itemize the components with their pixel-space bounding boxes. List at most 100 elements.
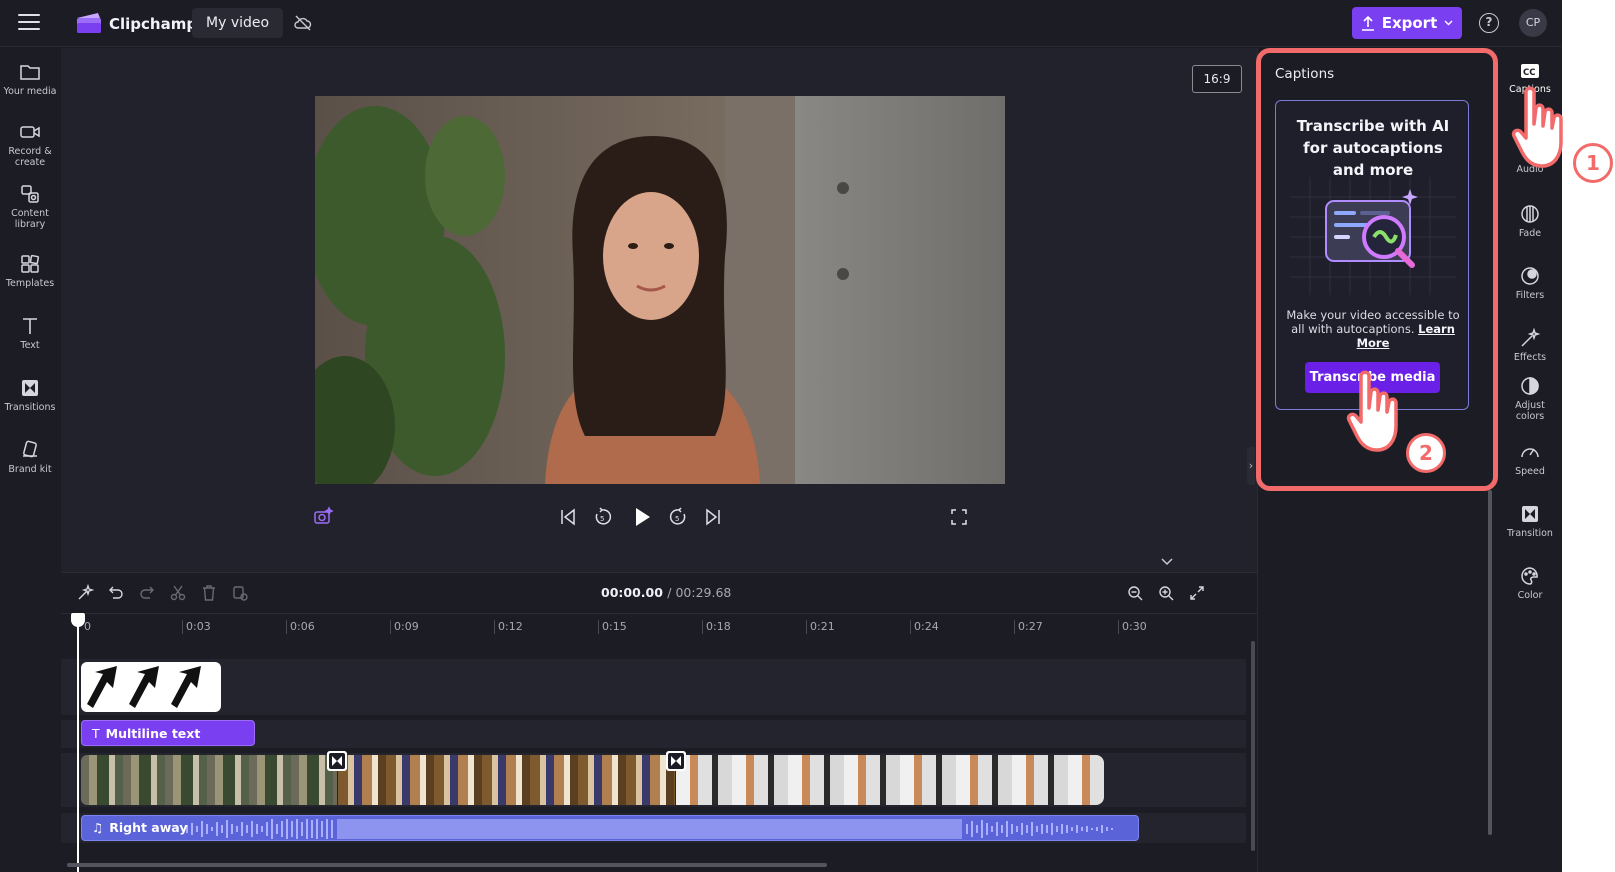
video-preview[interactable] xyxy=(315,96,1005,484)
properties-tab-filters[interactable]: Filters xyxy=(1498,266,1562,301)
transition-icon[interactable] xyxy=(327,751,347,771)
timecode: 00:00.00 / 00:29.68 xyxy=(601,585,731,600)
svg-text:CC: CC xyxy=(1523,68,1535,78)
help-icon[interactable]: ? xyxy=(1479,13,1499,33)
rewind-5-icon[interactable]: 5 xyxy=(592,506,614,528)
audio-clip[interactable]: ♫ Right away xyxy=(81,815,1139,841)
video-clip-plants[interactable] xyxy=(81,755,337,805)
sticker-track xyxy=(61,659,1246,715)
playhead[interactable] xyxy=(77,613,79,872)
skip-forward-icon[interactable] xyxy=(702,506,724,528)
project-name-input[interactable]: My video xyxy=(192,8,284,38)
timeline-ruler[interactable]: 0 0:03 0:06 0:09 0:12 0:15 0:18 0:21 0:2… xyxy=(61,613,1257,637)
library-icon xyxy=(21,185,39,203)
video-frame-image xyxy=(315,96,1005,484)
properties-tab-color[interactable]: Color xyxy=(1498,566,1562,601)
timeline-vertical-scrollbar[interactable] xyxy=(1251,641,1255,851)
ruler-tick: 0:18 xyxy=(702,620,731,634)
text-clip-label: Multiline text xyxy=(105,726,201,741)
zoom-out-icon[interactable] xyxy=(1126,584,1144,602)
aspect-ratio-button[interactable]: 16:9 xyxy=(1192,65,1242,93)
ruler-tick: 0:12 xyxy=(494,620,523,634)
redo-icon[interactable] xyxy=(138,584,156,602)
brand-kit-icon xyxy=(23,440,37,458)
sidebar-item-transitions[interactable]: Transitions xyxy=(0,378,60,413)
adjust-colors-icon xyxy=(1521,377,1539,395)
export-button[interactable]: Export xyxy=(1352,7,1462,39)
scissors-icon[interactable] xyxy=(169,584,187,602)
ruler-tick: 0:06 xyxy=(286,620,315,634)
play-icon[interactable] xyxy=(630,505,654,529)
svg-text:5: 5 xyxy=(675,515,679,523)
sidebar-item-record-create[interactable]: Record & create xyxy=(0,122,60,168)
cc-icon: CC xyxy=(1521,64,1539,78)
ruler-tick: 0:15 xyxy=(598,620,627,634)
ruler-tick: 0:24 xyxy=(910,620,939,634)
step-marker-1: 1 xyxy=(1573,143,1613,183)
timeline-horizontal-scrollbar[interactable] xyxy=(67,863,827,867)
properties-tab-effects[interactable]: Effects xyxy=(1498,328,1562,363)
clipchamp-editor: Clipchamp My video Export ? CP Your medi… xyxy=(0,0,1562,872)
sidebar-item-your-media[interactable]: Your media xyxy=(0,62,60,97)
transition-icon[interactable] xyxy=(666,751,686,771)
properties-tab-transition[interactable]: Transition xyxy=(1498,504,1562,539)
menu-icon[interactable] xyxy=(18,14,40,32)
zoom-in-icon[interactable] xyxy=(1157,584,1175,602)
arrow-sticker-image xyxy=(87,666,201,708)
filters-icon xyxy=(1521,267,1539,285)
audio-clip-label: ♫ Right away xyxy=(92,816,187,840)
ruler-tick: 0:21 xyxy=(806,620,835,634)
music-note-icon: ♫ xyxy=(92,820,104,835)
properties-tab-fade[interactable]: Fade xyxy=(1498,204,1562,239)
trash-icon[interactable] xyxy=(200,584,218,602)
fit-timeline-icon[interactable] xyxy=(1188,584,1206,602)
total-time: / 00:29.68 xyxy=(667,585,732,600)
effects-icon xyxy=(1521,328,1541,347)
cloud-off-icon[interactable] xyxy=(293,13,313,33)
transition-icon xyxy=(1522,506,1538,522)
sticker-clip[interactable] xyxy=(81,662,221,712)
text-t-icon: T xyxy=(92,726,100,741)
sidebar-item-templates[interactable]: Templates xyxy=(0,254,60,289)
timeline: 00:00.00 / 00:29.68 0 0:03 0:06 0:09 0:1… xyxy=(61,572,1257,872)
collapse-right-panel-button[interactable]: › xyxy=(1247,447,1255,485)
sidebar-item-text[interactable]: Text xyxy=(0,316,60,351)
current-time: 00:00.00 xyxy=(601,585,663,600)
chevron-down-icon xyxy=(1444,20,1453,26)
ruler-tick: 0:30 xyxy=(1118,620,1147,634)
skip-back-icon[interactable] xyxy=(557,506,579,528)
properties-tab-adjust-colors[interactable]: Adjust colors xyxy=(1498,376,1562,422)
speed-icon xyxy=(1521,448,1539,458)
sidebar-item-brand-kit[interactable]: Brand kit xyxy=(0,440,60,475)
hand-cursor-icon xyxy=(1511,86,1563,168)
templates-icon xyxy=(21,254,40,273)
app-name: Clipchamp xyxy=(109,15,198,33)
video-clip-meeting[interactable] xyxy=(338,755,675,805)
step-marker-2: 2 xyxy=(1406,433,1446,473)
clipchamp-logo-icon xyxy=(77,13,101,33)
duplicate-icon[interactable] xyxy=(231,584,249,602)
magic-edit-icon[interactable] xyxy=(312,506,334,528)
fade-icon xyxy=(1521,205,1539,223)
properties-tab-speed[interactable]: Speed xyxy=(1498,442,1562,477)
ruler-tick: 0:27 xyxy=(1014,620,1043,634)
text-clip[interactable]: T Multiline text xyxy=(81,720,255,746)
fullscreen-icon[interactable] xyxy=(948,506,970,528)
magic-wand-icon[interactable] xyxy=(76,584,94,602)
text-icon xyxy=(23,318,37,334)
export-label: Export xyxy=(1381,14,1438,32)
ruler-tick: 0:09 xyxy=(390,620,419,634)
avatar[interactable]: CP xyxy=(1519,9,1547,37)
transitions-icon xyxy=(22,380,38,396)
collapse-preview-icon[interactable] xyxy=(1160,557,1174,567)
sidebar-item-content-library[interactable]: Content library xyxy=(0,184,60,230)
forward-5-icon[interactable]: 5 xyxy=(667,506,689,528)
playhead-handle[interactable] xyxy=(71,613,85,627)
undo-icon[interactable] xyxy=(107,584,125,602)
panel-scrollbar[interactable] xyxy=(1488,490,1492,835)
palette-icon xyxy=(1521,567,1538,585)
audio-waveform xyxy=(186,819,1113,839)
camera-icon xyxy=(20,126,40,138)
video-clip-office[interactable] xyxy=(676,755,1104,805)
svg-text:5: 5 xyxy=(600,515,604,523)
